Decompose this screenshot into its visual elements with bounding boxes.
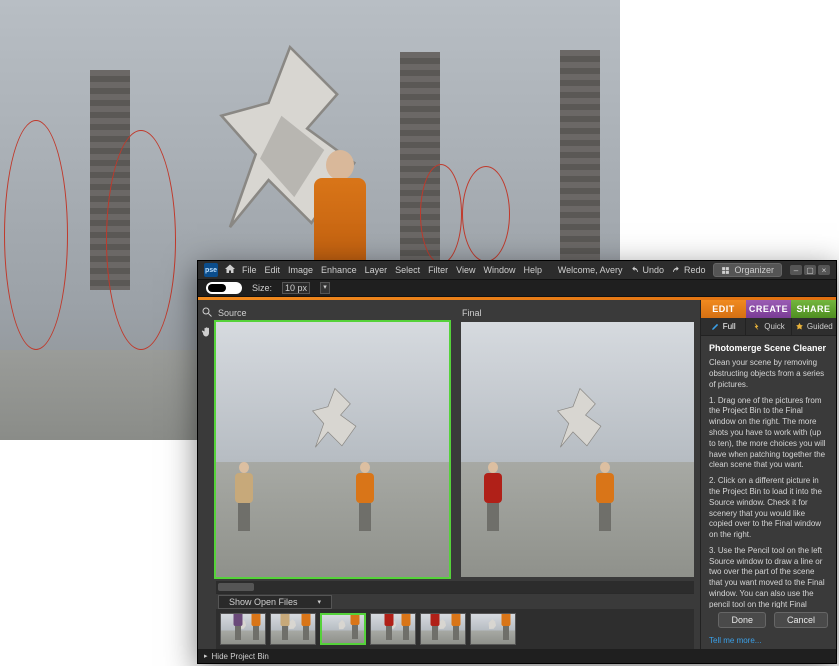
hand-icon[interactable] xyxy=(201,326,213,338)
zoom-icon[interactable] xyxy=(201,306,213,318)
tab-edit[interactable]: EDIT xyxy=(701,300,746,318)
panel-content: Photomerge Scene Cleaner Clean your scen… xyxy=(701,336,836,608)
show-open-files-row: Show Open Files ▾ xyxy=(216,593,694,609)
menu-image[interactable]: Image xyxy=(288,265,313,275)
window-controls: – ▢ × xyxy=(790,265,830,275)
organizer-label: Organizer xyxy=(734,265,774,275)
subtab-full-label: Full xyxy=(723,322,736,331)
right-panel: EDIT CREATE SHARE Full Quick Guided xyxy=(700,300,836,649)
size-input[interactable]: 10 px xyxy=(282,282,310,294)
status-bar: ▸ Hide Project Bin xyxy=(198,649,836,663)
panel-intro: Clean your scene by removing obstructing… xyxy=(709,358,828,390)
project-bin xyxy=(216,609,694,649)
organizer-button[interactable]: Organizer xyxy=(713,263,782,277)
bin-thumb[interactable] xyxy=(320,613,366,645)
annotation-ellipse xyxy=(462,166,510,262)
source-canvas[interactable] xyxy=(216,322,449,577)
home-icon[interactable] xyxy=(224,263,236,277)
done-button[interactable]: Done xyxy=(718,612,766,628)
undo-label: Undo xyxy=(642,265,664,275)
menu-enhance[interactable]: Enhance xyxy=(321,265,357,275)
show-open-files-dropdown[interactable]: Show Open Files ▾ xyxy=(218,595,332,609)
final-canvas[interactable] xyxy=(461,322,694,577)
edit-subtabs: Full Quick Guided xyxy=(701,318,836,336)
collapse-icon[interactable]: ▸ xyxy=(204,652,208,660)
menu-window[interactable]: Window xyxy=(483,265,515,275)
redo-label: Redo xyxy=(684,265,706,275)
redo-button[interactable]: Redo xyxy=(672,265,706,275)
undo-button[interactable]: Undo xyxy=(630,265,664,275)
size-dropdown[interactable]: ▾ xyxy=(320,282,330,294)
minimize-button[interactable]: – xyxy=(790,265,802,275)
show-open-files-label: Show Open Files xyxy=(229,597,298,607)
panel-step: 1. Drag one of the pictures from the Pro… xyxy=(709,396,828,472)
welcome-text: Welcome, Avery xyxy=(558,265,623,275)
panel-step: 3. Use the Pencil tool on the left Sourc… xyxy=(709,546,828,608)
close-button[interactable]: × xyxy=(818,265,830,275)
annotation-ellipse xyxy=(106,130,176,350)
app-logo: pse xyxy=(204,263,218,277)
menu-layer[interactable]: Layer xyxy=(365,265,388,275)
menu-edit[interactable]: Edit xyxy=(265,265,281,275)
chevron-down-icon: ▾ xyxy=(318,598,322,606)
subtab-full[interactable]: Full xyxy=(701,318,746,335)
subtab-guided-label: Guided xyxy=(807,322,833,331)
menu-filter[interactable]: Filter xyxy=(428,265,448,275)
menu-help[interactable]: Help xyxy=(523,265,542,275)
bin-thumb[interactable] xyxy=(370,613,416,645)
workspace-tabs: EDIT CREATE SHARE xyxy=(701,300,836,318)
tool-strip xyxy=(198,300,216,649)
bin-thumb[interactable] xyxy=(220,613,266,645)
bin-thumb[interactable] xyxy=(270,613,316,645)
annotation-ellipse xyxy=(420,164,462,264)
subtab-quick[interactable]: Quick xyxy=(746,318,791,335)
panel-step: 2. Click on a different picture in the P… xyxy=(709,476,828,541)
final-label: Final xyxy=(462,308,692,318)
brush-preview[interactable] xyxy=(206,282,242,294)
size-label: Size: xyxy=(252,283,272,293)
hide-project-bin[interactable]: Hide Project Bin xyxy=(212,652,269,661)
bin-thumb[interactable] xyxy=(420,613,466,645)
menu-bar: File Edit Image Enhance Layer Select Fil… xyxy=(242,265,542,275)
annotation-ellipse xyxy=(4,120,68,350)
maximize-button[interactable]: ▢ xyxy=(804,265,816,275)
menu-select[interactable]: Select xyxy=(395,265,420,275)
subtab-quick-label: Quick xyxy=(764,322,784,331)
bin-thumb[interactable] xyxy=(470,613,516,645)
pse-window: pse File Edit Image Enhance Layer Select… xyxy=(197,260,837,664)
source-label: Source xyxy=(218,308,448,318)
subtab-guided[interactable]: Guided xyxy=(792,318,836,335)
horizontal-scrollbar[interactable] xyxy=(216,581,694,593)
panel-title: Photomerge Scene Cleaner xyxy=(709,342,828,354)
menu-file[interactable]: File xyxy=(242,265,257,275)
panel-footer: Done Cancel xyxy=(701,608,836,630)
tab-create[interactable]: CREATE xyxy=(746,300,791,318)
cancel-button[interactable]: Cancel xyxy=(774,612,828,628)
menu-view[interactable]: View xyxy=(456,265,475,275)
tell-me-more-link[interactable]: Tell me more... xyxy=(701,630,836,649)
title-bar: pse File Edit Image Enhance Layer Select… xyxy=(198,261,836,279)
canvas-area: Source Final xyxy=(216,300,700,649)
options-toolbar: Size: 10 px ▾ xyxy=(198,279,836,297)
tab-share[interactable]: SHARE xyxy=(791,300,836,318)
